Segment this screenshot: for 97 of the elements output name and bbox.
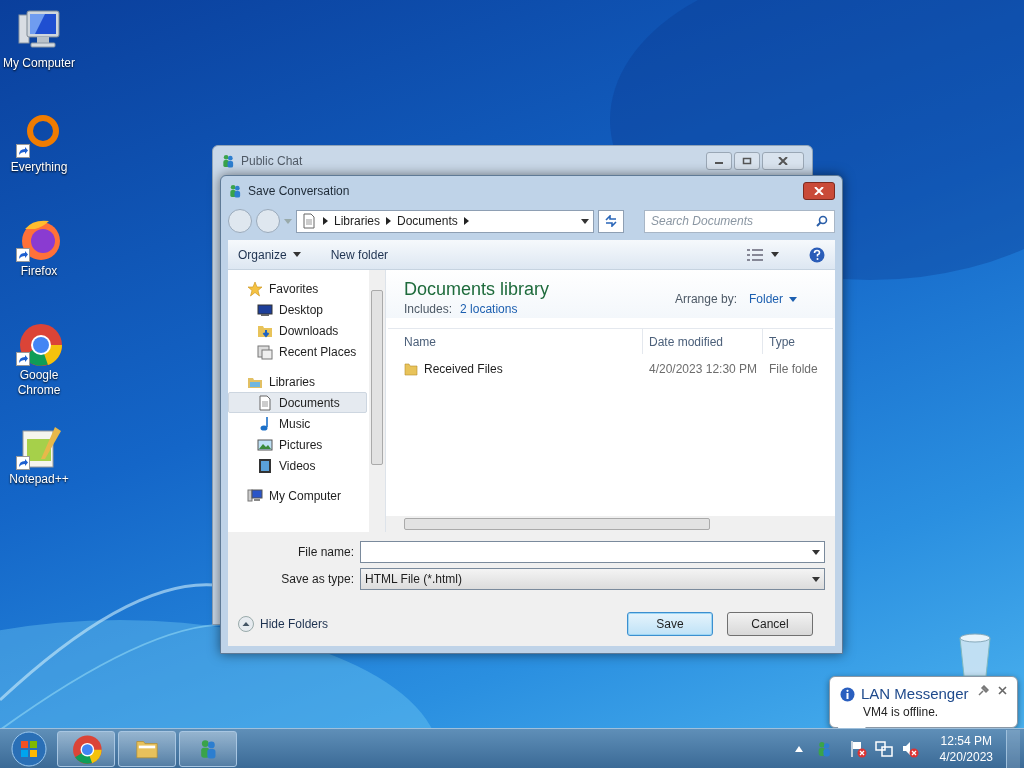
field-label: Save as type:: [280, 571, 354, 588]
arrange-by-label: Arrange by:: [674, 291, 737, 308]
trash-bin-icon[interactable]: [956, 632, 994, 678]
recent-places-icon: [257, 343, 273, 360]
shortcut-arrow-icon: [16, 248, 30, 262]
organize-button[interactable]: Organize: [238, 245, 301, 264]
type-cell-text: File folde: [768, 361, 818, 378]
chevron-right-icon: [323, 217, 328, 225]
network-icon: [874, 739, 893, 758]
pin-icon[interactable]: [978, 685, 989, 696]
document-icon: [257, 394, 273, 411]
file-name-field[interactable]: [360, 541, 825, 563]
nav-item[interactable]: Pictures: [228, 434, 367, 455]
computer-icon: [247, 487, 263, 504]
nav-item[interactable]: Music: [228, 413, 367, 434]
view-button[interactable]: [747, 248, 779, 261]
caret-icon: [292, 252, 301, 257]
search-icon: [816, 215, 828, 227]
info-icon: [840, 686, 855, 702]
scrollbar[interactable]: [369, 270, 385, 532]
field-label: File name:: [296, 544, 354, 561]
caret-icon: [812, 576, 820, 582]
nav-item[interactable]: My Computer: [228, 485, 367, 506]
minimize-button[interactable]: [706, 152, 732, 170]
nav-item[interactable]: Favorites: [228, 278, 367, 299]
people-icon: [228, 183, 242, 199]
refresh-icon: [604, 215, 618, 227]
folder-icon: [404, 362, 418, 376]
nav-item[interactable]: Videos: [228, 455, 367, 476]
desktop-icon-label: Notepad++: [8, 472, 70, 487]
breadcrumb-item[interactable]: Documents: [397, 212, 458, 230]
column-header[interactable]: Name: [388, 329, 643, 354]
library-title: Documents library: [404, 278, 550, 300]
hide-folders-button[interactable]: Hide Folders: [238, 615, 329, 633]
date-cell-text: 4/20/2023 12:30 PM: [648, 361, 759, 378]
nav-item[interactable]: Downloads: [228, 320, 367, 341]
chevron-right-icon: [386, 217, 392, 225]
nav-item[interactable]: Documents: [228, 392, 367, 413]
close-icon: [778, 157, 788, 165]
notification-message: VM4 is offline.: [862, 704, 940, 721]
show-hidden-icons-icon[interactable]: [794, 745, 803, 752]
locations-link[interactable]: 2 locations: [460, 300, 518, 318]
help-icon[interactable]: [809, 246, 825, 263]
document-icon: [301, 213, 317, 229]
address-bar[interactable]: Libraries Documents: [296, 209, 594, 233]
caret-icon: [812, 549, 820, 555]
nav-item[interactable]: Desktop: [228, 299, 367, 320]
close-button[interactable]: [762, 152, 804, 170]
taskbar-button[interactable]: [179, 730, 237, 767]
close-icon[interactable]: [998, 686, 1007, 695]
taskbar-button[interactable]: [57, 730, 115, 767]
caret-icon: [771, 252, 779, 257]
shortcut-arrow-icon: [16, 352, 30, 366]
new-folder-button[interactable]: New folder: [330, 245, 389, 264]
file-type-dropdown[interactable]: HTML File (*.html): [360, 568, 825, 590]
includes-label: Includes:: [404, 301, 453, 318]
column-header[interactable]: Date modified: [643, 329, 763, 354]
people-icon: [221, 153, 235, 169]
desktop-icon-label: Firefox: [19, 264, 59, 279]
taskbar-button[interactable]: [118, 730, 176, 767]
arrange-by-dropdown[interactable]: Folder: [749, 290, 797, 308]
desktop-icon-label: Everything: [9, 160, 69, 175]
film-icon: [257, 457, 273, 474]
desktop-icon[interactable]: [14, 424, 64, 472]
list-view-icon: [747, 248, 763, 261]
windows-orb-icon: [11, 730, 47, 767]
file-row[interactable]: Received Files 4/20/2023 12:30 PM File folde: [388, 358, 835, 380]
nav-item[interactable]: Recent Places: [228, 341, 367, 362]
refresh-button[interactable]: [598, 209, 624, 233]
maximize-icon: [742, 157, 752, 165]
caret-icon: [581, 218, 589, 224]
clock[interactable]: 12:54 PM 4/20/2023: [939, 732, 993, 765]
window-title: Public Chat: [241, 153, 303, 170]
shortcut-arrow-icon: [16, 144, 30, 158]
desktop-icon-label: My Computer: [2, 56, 76, 71]
notification-title: LAN Messenger: [861, 685, 969, 703]
caret-icon: [789, 296, 797, 302]
close-button[interactable]: [803, 182, 835, 200]
tray-button[interactable]: [874, 739, 893, 758]
breadcrumb-item[interactable]: Libraries: [334, 212, 381, 230]
save-button[interactable]: Save: [627, 612, 713, 636]
tray-button[interactable]: [848, 739, 867, 758]
horizontal-scrollbar[interactable]: [386, 516, 835, 532]
shortcut-arrow-icon: [16, 456, 30, 470]
file-name: Received Files: [424, 361, 503, 378]
column-header[interactable]: Type: [763, 329, 833, 354]
chevron-right-icon: [463, 217, 469, 225]
maximize-button[interactable]: [734, 152, 760, 170]
cancel-button[interactable]: Cancel: [727, 612, 813, 636]
flag-error-icon: [848, 739, 867, 758]
star-icon: [247, 280, 263, 297]
close-icon: [814, 187, 824, 195]
desktop-icon-label: Google Chrome: [16, 368, 62, 398]
picture-icon: [257, 436, 273, 453]
monitor-icon: [257, 301, 273, 318]
nav-item[interactable]: Libraries: [228, 371, 367, 392]
dialog-title: Save Conversation: [248, 183, 350, 200]
